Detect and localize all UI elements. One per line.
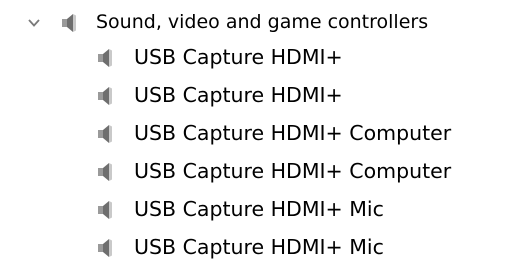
device-label: USB Capture HDMI+ Computer <box>134 159 452 183</box>
speaker-icon <box>96 47 116 69</box>
device-tree: Sound, video and game controllers USB Ca… <box>0 0 505 276</box>
tree-item-device[interactable]: USB Capture HDMI+ Mic <box>0 231 505 265</box>
speaker-icon <box>96 85 116 107</box>
speaker-icon <box>96 237 116 259</box>
device-label: USB Capture HDMI+ <box>134 83 343 107</box>
device-label: USB Capture HDMI+ Computer <box>134 121 452 145</box>
tree-item-device[interactable]: USB Capture HDMI+ Computer <box>0 155 505 189</box>
speaker-icon <box>96 199 116 221</box>
tree-category-sound-video-game-controllers[interactable]: Sound, video and game controllers <box>0 6 505 40</box>
device-label: USB Capture HDMI+ Mic <box>134 235 384 259</box>
tree-item-device[interactable]: USB Capture HDMI+ Computer <box>0 117 505 151</box>
speaker-icon <box>96 123 116 145</box>
tree-item-device[interactable]: USB Capture HDMI+ Mic <box>0 193 505 227</box>
device-label: USB Capture HDMI+ <box>134 45 343 69</box>
tree-item-device[interactable]: USB Capture HDMI+ <box>0 79 505 113</box>
category-label: Sound, video and game controllers <box>96 11 429 33</box>
device-label: USB Capture HDMI+ Mic <box>134 197 384 221</box>
chevron-down-icon[interactable] <box>27 15 41 29</box>
speaker-icon <box>60 12 80 34</box>
tree-item-device[interactable]: USB Capture HDMI+ <box>0 41 505 75</box>
speaker-icon <box>96 161 116 183</box>
